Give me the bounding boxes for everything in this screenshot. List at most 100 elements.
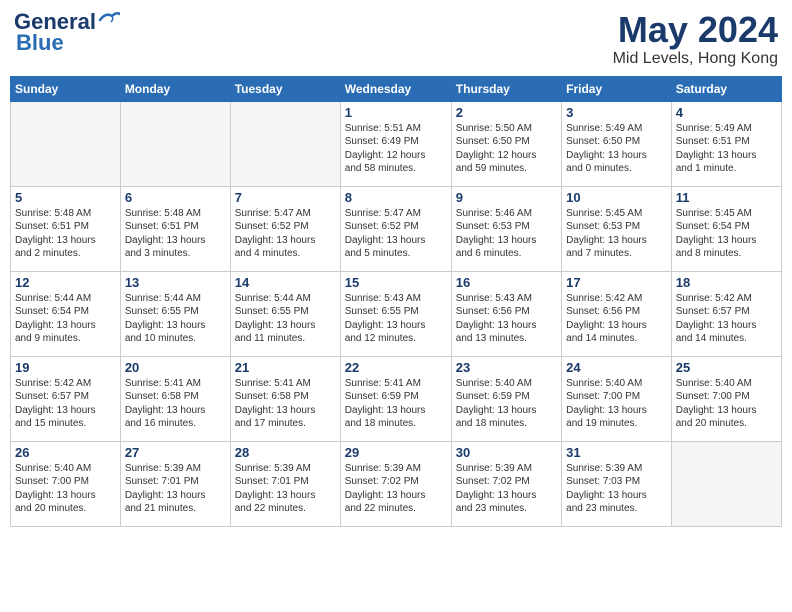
calendar-cell: 6Sunrise: 5:48 AM Sunset: 6:51 PM Daylig… [120,186,230,271]
day-number: 30 [456,445,557,460]
day-info: Sunrise: 5:51 AM Sunset: 6:49 PM Dayligh… [345,122,447,176]
header-cell-friday: Friday [562,76,672,101]
header-cell-sunday: Sunday [11,76,121,101]
day-number: 27 [125,445,226,460]
day-number: 22 [345,360,447,375]
day-number: 5 [15,190,116,205]
calendar-cell: 23 Sunrise: 5:40 AM Sunset: 6:59 PM Dayli… [451,356,561,441]
day-info: Sunrise: 5:39 AM Sunset: 7:02 PM Dayligh… [345,462,447,516]
calendar-cell: 2 Sunrise: 5:50 AM Sunset: 6:50 PM Daylig… [451,101,561,186]
day-number: 11 [676,190,777,205]
day-number: 6 [125,190,226,205]
day-number: 24 [566,360,667,375]
week-row-2: 5 Sunrise: 5:48 AM Sunset: 6:51 PM Daylig… [11,186,782,271]
day-number: 13 [125,275,226,290]
day-info: Sunrise: 5:47 AM Sunset: 6:52 PM Dayligh… [345,207,447,261]
week-row-5: 26 Sunrise: 5:40 AM Sunset: 7:00 PM Dayli… [11,441,782,526]
header-cell-saturday: Saturday [671,76,781,101]
day-info: Sunrise: 5:46 AM Sunset: 6:53 PM Dayligh… [456,207,557,261]
day-info: Sunrise: 5:39 AM Sunset: 7:03 PM Dayligh… [566,462,667,516]
day-info: Sunrise: 5:49 AM Sunset: 6:51 PM Dayligh… [676,122,777,176]
day-number: 8 [345,190,447,205]
day-info: Sunrise: 5:41 AM Sunset: 6:58 PM Dayligh… [235,377,336,431]
day-info: Sunrise: 5:44 AM Sunset: 6:54 PM Dayligh… [15,292,116,346]
day-info: Sunrise: 5:43 AM Sunset: 6:56 PM Dayligh… [456,292,557,346]
day-info: Sunrise: 5:45 AM Sunset: 6:53 PM Dayligh… [566,207,667,261]
day-number: 12 [15,275,116,290]
calendar-cell: 20Sunrise: 5:41 AM Sunset: 6:58 PM Dayli… [120,356,230,441]
day-info: Sunrise: 5:45 AM Sunset: 6:54 PM Dayligh… [676,207,777,261]
calendar-cell: 19Sunrise: 5:42 AM Sunset: 6:57 PM Dayli… [11,356,121,441]
day-number: 23 [456,360,557,375]
calendar-cell: 27 Sunrise: 5:39 AM Sunset: 7:01 PM Dayli… [120,441,230,526]
location-title: Mid Levels, Hong Kong [613,50,778,68]
calendar-cell: 22Sunrise: 5:41 AM Sunset: 6:59 PM Dayli… [340,356,451,441]
day-info: Sunrise: 5:40 AM Sunset: 6:59 PM Dayligh… [456,377,557,431]
calendar-cell: 9Sunrise: 5:46 AM Sunset: 6:53 PM Daylig… [451,186,561,271]
calendar-cell: 5 Sunrise: 5:48 AM Sunset: 6:51 PM Daylig… [11,186,121,271]
calendar-cell: 11 Sunrise: 5:45 AM Sunset: 6:54 PM Dayli… [671,186,781,271]
calendar-cell: 15Sunrise: 5:43 AM Sunset: 6:55 PM Dayli… [340,271,451,356]
header-cell-wednesday: Wednesday [340,76,451,101]
day-number: 28 [235,445,336,460]
logo: General Blue [14,10,120,56]
day-number: 10 [566,190,667,205]
header-cell-thursday: Thursday [451,76,561,101]
day-info: Sunrise: 5:47 AM Sunset: 6:52 PM Dayligh… [235,207,336,261]
day-info: Sunrise: 5:42 AM Sunset: 6:56 PM Dayligh… [566,292,667,346]
calendar-cell: 8 Sunrise: 5:47 AM Sunset: 6:52 PM Daylig… [340,186,451,271]
day-number: 1 [345,105,447,120]
calendar-cell: 13 Sunrise: 5:44 AM Sunset: 6:55 PM Dayli… [120,271,230,356]
day-info: Sunrise: 5:40 AM Sunset: 7:00 PM Dayligh… [676,377,777,431]
calendar-cell: 14 Sunrise: 5:44 AM Sunset: 6:55 PM Dayli… [230,271,340,356]
calendar-cell: 28 Sunrise: 5:39 AM Sunset: 7:01 PM Dayli… [230,441,340,526]
day-info: Sunrise: 5:39 AM Sunset: 7:02 PM Dayligh… [456,462,557,516]
calendar-cell: 25 Sunrise: 5:40 AM Sunset: 7:00 PM Dayli… [671,356,781,441]
day-info: Sunrise: 5:40 AM Sunset: 7:00 PM Dayligh… [15,462,116,516]
calendar-cell: 30 Sunrise: 5:39 AM Sunset: 7:02 PM Dayli… [451,441,561,526]
calendar-cell: 10 Sunrise: 5:45 AM Sunset: 6:53 PM Dayli… [562,186,672,271]
calendar-cell: 31 Sunrise: 5:39 AM Sunset: 7:03 PM Dayli… [562,441,672,526]
calendar-cell: 1 Sunrise: 5:51 AM Sunset: 6:49 PM Daylig… [340,101,451,186]
calendar-cell [230,101,340,186]
calendar-cell: 12 Sunrise: 5:44 AM Sunset: 6:54 PM Dayli… [11,271,121,356]
week-row-4: 19Sunrise: 5:42 AM Sunset: 6:57 PM Dayli… [11,356,782,441]
day-info: Sunrise: 5:48 AM Sunset: 6:51 PM Dayligh… [15,207,116,261]
day-info: Sunrise: 5:39 AM Sunset: 7:01 PM Dayligh… [125,462,226,516]
day-number: 25 [676,360,777,375]
calendar-cell: 29 Sunrise: 5:39 AM Sunset: 7:02 PM Dayli… [340,441,451,526]
day-number: 18 [676,275,777,290]
day-number: 2 [456,105,557,120]
calendar-cell: 4 Sunrise: 5:49 AM Sunset: 6:51 PM Daylig… [671,101,781,186]
month-title: May 2024 [613,10,778,50]
day-number: 4 [676,105,777,120]
calendar-table: SundayMondayTuesdayWednesdayThursdayFrid… [10,76,782,527]
header-cell-monday: Monday [120,76,230,101]
day-info: Sunrise: 5:50 AM Sunset: 6:50 PM Dayligh… [456,122,557,176]
day-info: Sunrise: 5:44 AM Sunset: 6:55 PM Dayligh… [125,292,226,346]
week-row-3: 12 Sunrise: 5:44 AM Sunset: 6:54 PM Dayli… [11,271,782,356]
day-number: 21 [235,360,336,375]
day-number: 15 [345,275,447,290]
header-row: SundayMondayTuesdayWednesdayThursdayFrid… [11,76,782,101]
day-info: Sunrise: 5:44 AM Sunset: 6:55 PM Dayligh… [235,292,336,346]
calendar-cell: 16 Sunrise: 5:43 AM Sunset: 6:56 PM Dayli… [451,271,561,356]
calendar-cell: 26 Sunrise: 5:40 AM Sunset: 7:00 PM Dayli… [11,441,121,526]
day-info: Sunrise: 5:39 AM Sunset: 7:01 PM Dayligh… [235,462,336,516]
day-number: 31 [566,445,667,460]
day-number: 16 [456,275,557,290]
day-number: 17 [566,275,667,290]
calendar-cell [120,101,230,186]
calendar-title-block: May 2024 Mid Levels, Hong Kong [613,10,778,68]
calendar-cell: 17 Sunrise: 5:42 AM Sunset: 6:56 PM Dayli… [562,271,672,356]
day-info: Sunrise: 5:40 AM Sunset: 7:00 PM Dayligh… [566,377,667,431]
day-number: 14 [235,275,336,290]
calendar-cell [11,101,121,186]
day-number: 20 [125,360,226,375]
day-number: 26 [15,445,116,460]
day-number: 29 [345,445,447,460]
header-cell-tuesday: Tuesday [230,76,340,101]
page-header: General Blue May 2024 Mid Levels, Hong K… [10,10,782,68]
day-info: Sunrise: 5:42 AM Sunset: 6:57 PM Dayligh… [15,377,116,431]
logo-blue-text: Blue [14,30,64,56]
